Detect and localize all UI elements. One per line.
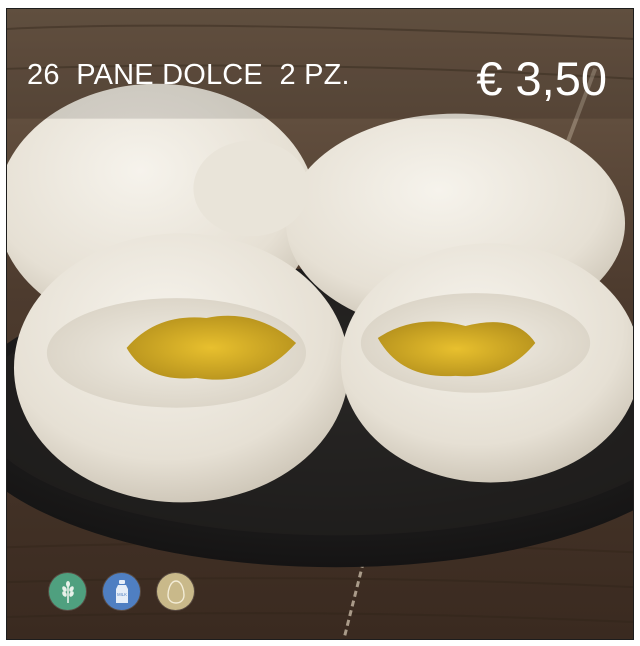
egg-allergen-badge (157, 573, 194, 610)
product-title: 26 PANE DOLCE 2 PZ. (27, 59, 350, 92)
allergen-badges: MILK (49, 573, 194, 610)
wheat-icon (61, 580, 74, 603)
item-price: € 3,50 (476, 52, 607, 105)
wheat-allergen-badge (49, 573, 86, 610)
milk-icon: MILK (115, 579, 128, 603)
item-name: PANE DOLCE (76, 59, 263, 91)
milk-allergen-badge: MILK (103, 573, 140, 610)
menu-item-card: 26 PANE DOLCE 2 PZ. € 3,50 MILK (6, 8, 634, 640)
item-quantity: 2 PZ. (279, 59, 350, 91)
milk-icon-label: MILK (117, 592, 127, 597)
egg-icon (166, 579, 185, 604)
item-number: 26 (27, 59, 60, 91)
